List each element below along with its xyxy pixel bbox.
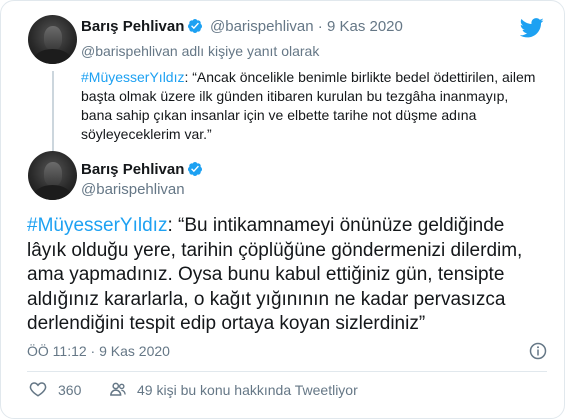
verified-badge-icon [187,19,202,33]
parent-hashtag[interactable]: #MüyesserYıldız [81,69,184,85]
divider [27,371,547,372]
avatar-face [43,161,63,187]
like-count[interactable]: 360 [58,382,81,398]
main-handle[interactable]: @barispehlivan [81,181,185,198]
thread-line [52,71,54,159]
embedded-tweet-card: Barış Pehlivan @barispehlivan · 9 Kas 20… [0,0,565,419]
talking-count[interactable]: 49 kişi bu konu hakkında Tweetliyor [137,382,358,398]
parent-display-name[interactable]: Barış Pehlivan [81,18,184,35]
parent-handle[interactable]: @barispehlivan · 9 Kas 2020 [210,18,403,35]
parent-handle-text: @barispehlivan [210,18,314,35]
reply-context: @barispehlivan adlı kişiye yanıt olarak [81,43,320,59]
separator-dot: · [317,18,323,35]
main-avatar[interactable] [28,151,77,200]
avatar-face [43,25,63,51]
twitter-bird-icon[interactable] [520,18,544,38]
avatar[interactable] [28,15,77,64]
main-hashtag[interactable]: #MüyesserYıldız [27,215,167,236]
parent-date[interactable]: 9 Kas 2020 [327,18,403,35]
verified-badge-icon [187,162,202,176]
heart-icon[interactable] [29,380,47,398]
info-icon[interactable] [529,342,547,360]
people-icon[interactable] [109,380,127,398]
parent-tweet-text: #MüyesserYıldız: “Ancak öncelikle beniml… [81,68,541,144]
tweet-timestamp[interactable]: ÖÖ 11:12 · 9 Kas 2020 [27,343,170,359]
main-tweet-text: #MüyesserYıldız: “Bu intikamnameyi önünü… [27,214,547,337]
main-display-name[interactable]: Barış Pehlivan [81,161,184,178]
avatar-shoulders [32,185,73,200]
avatar-shoulders [32,49,73,64]
